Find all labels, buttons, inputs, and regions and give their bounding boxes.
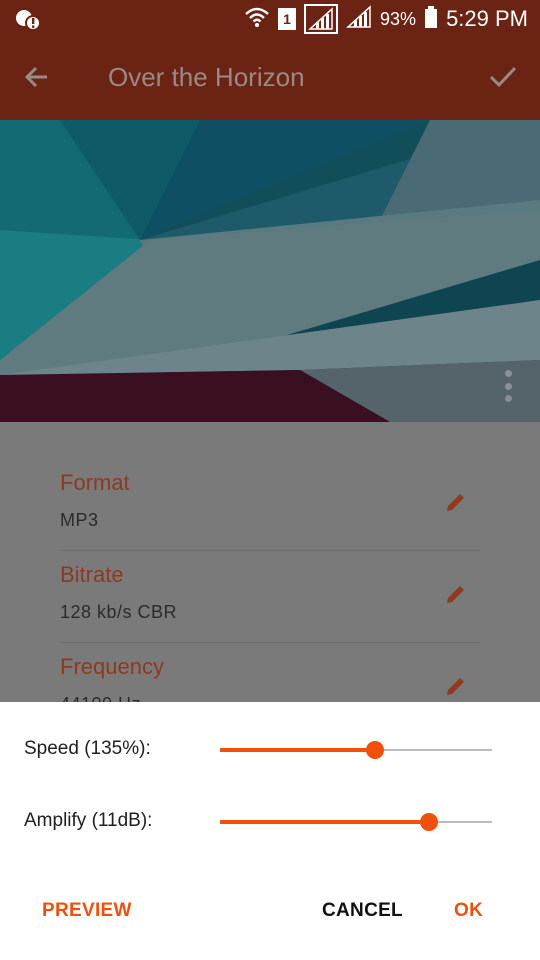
- item-value: 128 kb/s CBR: [60, 602, 178, 622]
- speed-label: Speed (135%):: [24, 738, 151, 759]
- speed-slider[interactable]: [220, 730, 492, 770]
- more-dot: [504, 370, 512, 377]
- back-button[interactable]: [14, 56, 60, 102]
- ok-button[interactable]: OK: [454, 900, 483, 922]
- signal-strength-icon: [346, 4, 372, 34]
- speed-amplify-dialog: Speed (135%): Amplify (11dB): PREVIEW CA…: [0, 702, 540, 960]
- list-item-format[interactable]: Format MP3: [60, 458, 480, 551]
- confirm-button[interactable]: [480, 56, 526, 102]
- pencil-icon: [444, 490, 468, 519]
- slider-fill: [220, 748, 376, 752]
- item-label: Format: [60, 470, 130, 495]
- edit-frequency-button[interactable]: [438, 670, 474, 706]
- more-dot: [504, 395, 512, 402]
- clock: 5:29 PM: [446, 6, 528, 31]
- preview-button[interactable]: PREVIEW: [42, 900, 132, 922]
- more-options-button[interactable]: [498, 366, 518, 406]
- signal-strength-icon: [304, 4, 339, 34]
- artwork-image: [0, 120, 540, 422]
- slider-thumb[interactable]: [420, 813, 439, 831]
- pencil-icon: [444, 582, 468, 611]
- page-title: Over the Horizon: [108, 62, 305, 92]
- toolbar: Over the Horizon: [0, 38, 540, 120]
- wifi-icon: [244, 5, 270, 34]
- slider-thumb[interactable]: [366, 741, 385, 759]
- status-bar: 1 93% 5:29 PM: [0, 0, 540, 38]
- sim-slot-badge: 1: [278, 8, 297, 30]
- pencil-icon: [444, 674, 468, 703]
- more-dot: [504, 382, 512, 390]
- edit-bitrate-button[interactable]: [438, 578, 474, 614]
- arrow-left-icon: [23, 63, 51, 96]
- speed-row: Speed (135%):: [0, 730, 540, 770]
- amplify-slider[interactable]: [220, 802, 492, 842]
- amplify-row: Amplify (11dB):: [0, 802, 540, 842]
- album-artwork: [0, 120, 540, 422]
- edit-format-button[interactable]: [438, 486, 474, 522]
- check-icon: [488, 62, 518, 97]
- item-label: Frequency: [60, 654, 164, 679]
- item-label: Bitrate: [60, 562, 124, 587]
- notification-alert-icon: [14, 7, 42, 33]
- battery-icon: [424, 5, 438, 34]
- slider-fill: [220, 820, 430, 824]
- track-details-list: Format MP3 Bitrate 128 kb/s CBR Frequenc…: [0, 422, 540, 714]
- list-item-bitrate[interactable]: Bitrate 128 kb/s CBR: [60, 550, 480, 643]
- cancel-button[interactable]: CANCEL: [322, 900, 403, 922]
- item-value: MP3: [60, 510, 99, 530]
- amplify-label: Amplify (11dB):: [24, 810, 153, 831]
- battery-percent: 93%: [380, 8, 417, 29]
